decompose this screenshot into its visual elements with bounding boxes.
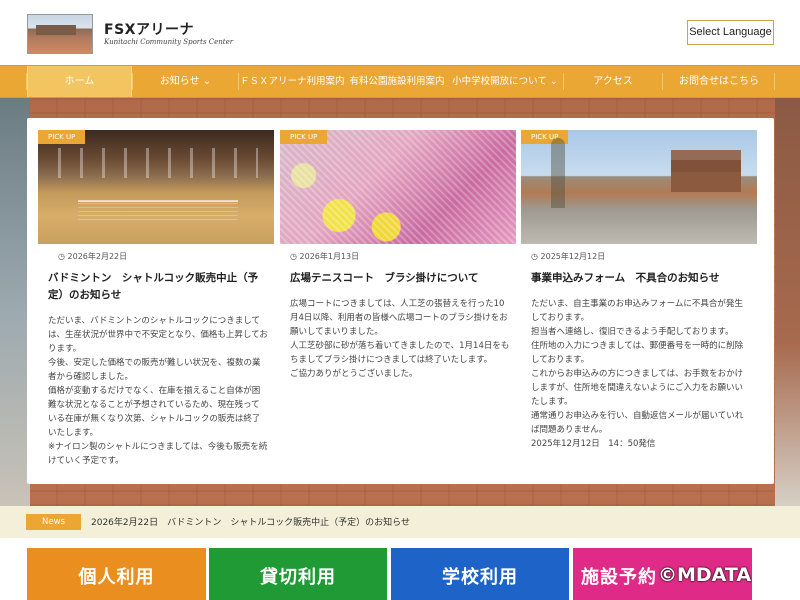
pickup-card[interactable]: PICK UP ◷ 2025年12月12日 事業申込みフォーム 不具合のお知らせ…	[521, 130, 757, 451]
card-paragraph: ただいま、自主事業のお申込みフォームに不具合が発生しております。	[531, 299, 743, 323]
site-subtitle: Kunitachi Community Sports Center	[104, 38, 234, 46]
nav-divider	[774, 73, 775, 90]
pickup-card[interactable]: PICK UP ◷ 2026年1月13日 広場テニスコート ブラシ掛けについて …	[280, 130, 516, 381]
card-title[interactable]: バドミントン シャトルコック販売中止（予定）のお知らせ	[38, 270, 274, 304]
hero-right-photo-area	[775, 98, 800, 506]
pickup-card[interactable]: PICK UP ◷ 2026年2月22日 バドミントン シャトルコック販売中止（…	[38, 130, 274, 468]
nav-item-arena-guide[interactable]: ＦＳＸアリーナ利用案内	[240, 66, 345, 97]
card-paragraph: 住所地の入力につきましては、郵便番号を一時的に削除しております。	[531, 341, 744, 365]
card-paragraph: 2025年12月12日 14：50発信	[531, 439, 656, 449]
card-excerpt: ただいま、バドミントンのシャトルコックにつきましては、生産状況が世界中で不安定と…	[38, 314, 274, 468]
card-paragraph: 今後、安定した価格での販売が難しい状況を、複数の業者から確認しました。	[48, 358, 261, 382]
card-paragraph: ただいま、バドミントンのシャトルコックにつきましては、生産状況が世界中で不安定と…	[48, 316, 268, 354]
main-navigation: ホーム お知らせ ⌄ ＦＳＸアリーナ利用案内 有料公園施設利用案内 小中学校開放…	[0, 65, 800, 98]
card-date: ◷ 2025年12月12日	[531, 252, 606, 261]
card-paragraph: 通常通りお申込みを行い、自動返信メールが届いていれば問題ありません。	[531, 411, 744, 435]
private-rental-button[interactable]: 貸切利用	[209, 548, 387, 600]
pickup-badge: PICK UP	[521, 130, 569, 144]
select-language-button[interactable]: Select Language	[687, 20, 774, 45]
card-paragraph: ※ナイロン製のシャトルにつきましては、今後も販売を続けていく予定です。	[48, 442, 268, 466]
site-logo[interactable]	[27, 14, 93, 54]
card-paragraph: 広場コートにつきましては、人工芝の張替えを行った10月4日以降、利用者の皆様へ広…	[290, 299, 508, 337]
card-image-gym[interactable]: PICK UP	[38, 130, 274, 244]
card-excerpt: 広場コートにつきましては、人工芝の張替えを行った10月4日以降、利用者の皆様へ広…	[280, 297, 516, 381]
card-paragraph: ご協力ありがとうございました。	[290, 369, 418, 379]
news-label-badge: News	[26, 514, 81, 530]
pickup-badge: PICK UP	[38, 130, 86, 144]
nav-item-park-facilities[interactable]: 有料公園施設利用案内	[344, 66, 450, 97]
nav-item-contact[interactable]: お問合せはこちら	[663, 66, 775, 97]
school-use-button[interactable]: 学校利用	[391, 548, 569, 600]
card-date: ◷ 2026年1月13日	[290, 252, 360, 261]
news-ticker-link[interactable]: 2026年2月22日 バドミントン シャトルコック販売中止（予定）のお知らせ	[91, 515, 410, 528]
copyright-watermark: ©MDATA	[658, 564, 752, 586]
news-ticker: News 2026年2月22日 バドミントン シャトルコック販売中止（予定）のお…	[0, 506, 800, 538]
pickup-badge: PICK UP	[280, 130, 328, 144]
card-paragraph: 価格が変動するだけでなく、在庫を揃えること自体が困難な状況となることが予想されて…	[48, 386, 261, 438]
card-title[interactable]: 事業申込みフォーム 不具合のお知らせ	[521, 270, 757, 287]
card-excerpt: ただいま、自主事業のお申込みフォームに不具合が発生しております。 担当者へ連絡し…	[521, 297, 757, 451]
site-title[interactable]: FSXアリーナ	[104, 19, 194, 39]
card-paragraph: これからお申込みの方につきましては、お手数をおかけしますが、住所地を間違えないよ…	[531, 369, 744, 407]
hero-left-photo-area	[0, 98, 30, 506]
nav-item-access[interactable]: アクセス	[564, 66, 662, 97]
card-title[interactable]: 広場テニスコート ブラシ掛けについて	[280, 270, 516, 287]
individual-use-button[interactable]: 個人利用	[27, 548, 206, 600]
nav-item-news[interactable]: お知らせ ⌄	[133, 66, 238, 97]
card-image-building[interactable]: PICK UP	[521, 130, 757, 244]
nav-item-home[interactable]: ホーム	[27, 66, 132, 97]
nav-divider	[238, 73, 239, 90]
nav-item-school-open[interactable]: 小中学校開放について ⌄	[450, 66, 560, 97]
card-paragraph: 人工芝砂部に砂が落ち着いてきましたので、1月14日をもちましてブラシ掛けにつきま…	[290, 341, 510, 365]
card-paragraph: 担当者へ連絡し、復旧できるよう手配しております。	[531, 327, 734, 337]
card-date: ◷ 2026年2月22日	[58, 252, 128, 261]
pickup-panel: PICK UP ◷ 2026年2月22日 バドミントン シャトルコック販売中止（…	[27, 118, 774, 484]
card-image-flowers[interactable]: PICK UP	[280, 130, 516, 244]
site-header: FSXアリーナ Kunitachi Community Sports Cente…	[0, 0, 800, 65]
